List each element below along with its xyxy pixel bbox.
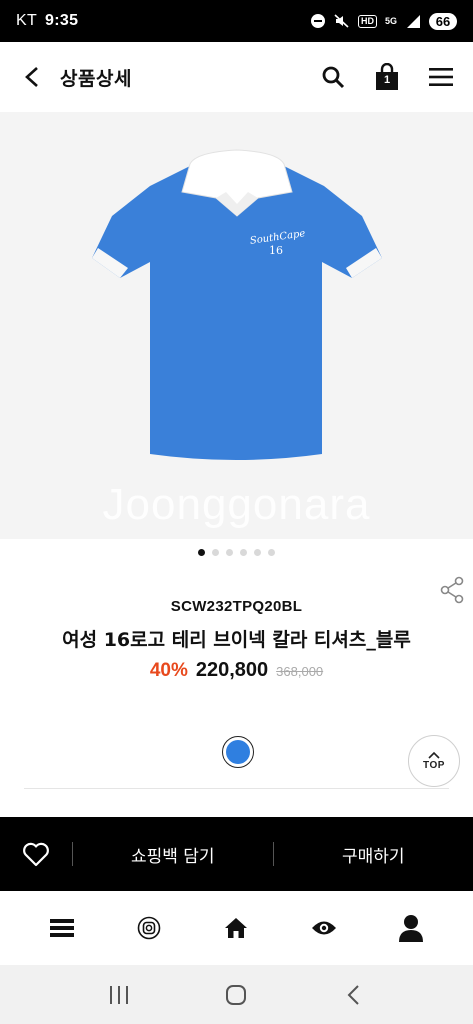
back-button[interactable] [18, 63, 46, 91]
pager-dot[interactable] [226, 549, 233, 556]
search-icon [322, 66, 345, 89]
page-title: 상품상세 [60, 67, 132, 90]
menu-button[interactable] [427, 63, 455, 91]
back-nav-button[interactable] [334, 975, 374, 1015]
pager-dot[interactable] [240, 549, 247, 556]
sale-price: 220,800 [195, 659, 269, 681]
mute-icon [334, 14, 349, 28]
tab-instagram[interactable] [129, 908, 169, 948]
top-label: TOP [423, 760, 445, 771]
buy-now-button[interactable]: 구매하기 [274, 817, 473, 891]
add-to-bag-button[interactable]: 쇼핑백 담기 [73, 817, 273, 891]
shirt-logo-number: 16 [269, 244, 283, 257]
purchase-action-bar: 쇼핑백 담기 구매하기 [0, 817, 473, 891]
system-navigation-bar [0, 965, 473, 1024]
original-price: 368,000 [276, 664, 324, 679]
instagram-icon [137, 916, 161, 940]
divider [24, 788, 449, 789]
app-header: 상품상세 1 [0, 42, 473, 112]
tab-home[interactable] [216, 908, 256, 948]
tab-my-page[interactable] [391, 908, 431, 948]
network-type: 5G [384, 15, 397, 26]
hd-badge: HD [357, 14, 377, 28]
price-row: 40% 220,800 368,000 [0, 659, 473, 682]
home-nav-icon [226, 984, 247, 1005]
heart-icon [23, 842, 49, 867]
product-image-gallery[interactable]: SouthCape 16 Joonggonara [0, 112, 473, 539]
discount-rate: 40% [149, 660, 188, 681]
do-not-disturb-icon [310, 14, 325, 28]
pager-dot[interactable] [212, 549, 219, 556]
status-bar: KT 9:35 HD 5G 66 [0, 0, 473, 42]
chevron-up-icon [428, 751, 440, 759]
back-nav-icon [347, 984, 359, 1005]
watermark: Joonggonara [102, 480, 371, 529]
clock: 9:35 [45, 12, 79, 29]
home-nav-button[interactable] [216, 975, 256, 1015]
carrier-label: KT [16, 12, 38, 29]
recent-apps-button[interactable] [99, 975, 139, 1015]
product-code: SCW232TPQ20BL [170, 598, 303, 615]
user-icon [399, 915, 424, 942]
category-list-icon [49, 919, 74, 937]
signal-icon [407, 15, 420, 28]
status-left: KT 9:35 [16, 12, 78, 30]
color-swatch-fill [226, 740, 250, 764]
shopping-bag-button[interactable]: 1 [373, 63, 401, 91]
bottom-tab-bar [0, 891, 473, 965]
eye-icon [311, 921, 336, 935]
tab-category[interactable] [42, 908, 82, 948]
scroll-to-top-button[interactable]: TOP [408, 735, 460, 787]
bag-count-badge: 1 [383, 74, 391, 86]
product-name: 여성 16로고 테리 브이넥 칼라 티셔츠_블루 [62, 629, 411, 651]
recent-apps-icon [109, 985, 128, 1004]
battery-indicator: 66 [429, 12, 457, 30]
pager-dot[interactable] [254, 549, 261, 556]
home-icon [225, 918, 248, 938]
chevron-left-icon [25, 67, 38, 87]
search-button[interactable] [319, 63, 347, 91]
color-swatch-blue[interactable] [222, 736, 254, 768]
image-pager[interactable] [0, 549, 473, 556]
header-actions: 1 [319, 63, 455, 91]
hamburger-menu-icon [429, 68, 453, 86]
pager-dot[interactable] [198, 549, 205, 556]
tab-recently-viewed[interactable] [304, 908, 344, 948]
product-image: SouthCape 16 [92, 149, 382, 460]
status-icons: HD 5G 66 [310, 12, 457, 30]
wishlist-button[interactable] [0, 817, 72, 891]
pager-dot[interactable] [268, 549, 275, 556]
